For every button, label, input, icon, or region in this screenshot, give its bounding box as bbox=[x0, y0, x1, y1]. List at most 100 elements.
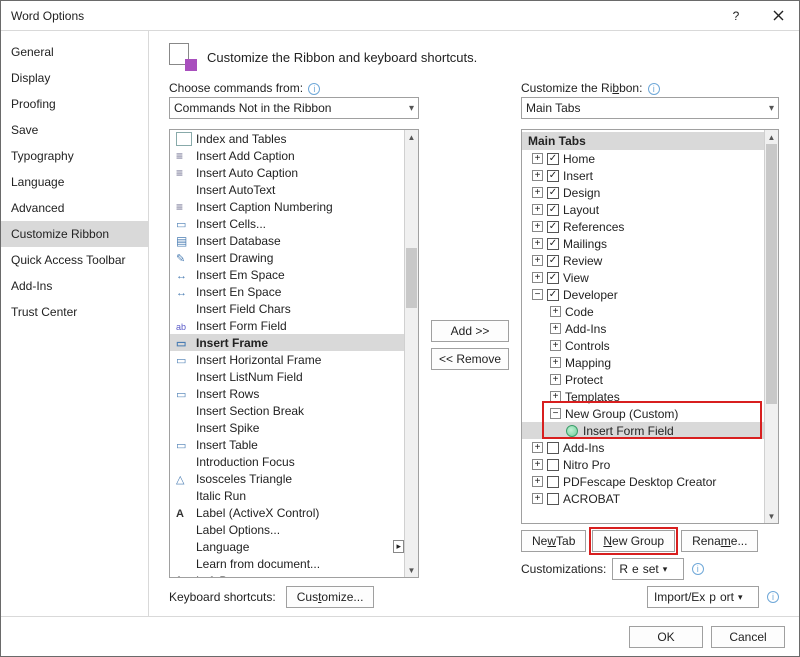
command-item[interactable]: Index and Tables bbox=[170, 130, 404, 147]
tree-node[interactable]: +Controls bbox=[522, 337, 764, 354]
expand-icon[interactable]: + bbox=[550, 391, 561, 402]
command-item[interactable]: Insert Form Field bbox=[170, 317, 404, 334]
expand-icon[interactable]: + bbox=[532, 272, 543, 283]
tree-node[interactable]: +✓Layout bbox=[522, 201, 764, 218]
command-item[interactable]: Left Brace bbox=[170, 572, 404, 577]
command-item[interactable]: Label (ActiveX Control) bbox=[170, 504, 404, 521]
tree-node[interactable]: +✓Review bbox=[522, 252, 764, 269]
command-item[interactable]: Italic Run bbox=[170, 487, 404, 504]
command-item[interactable]: Introduction Focus bbox=[170, 453, 404, 470]
command-item[interactable]: Isosceles Triangle bbox=[170, 470, 404, 487]
checkbox[interactable]: ✓ bbox=[547, 272, 559, 284]
expand-icon[interactable]: + bbox=[532, 238, 543, 249]
expand-icon[interactable]: + bbox=[550, 306, 561, 317]
command-item[interactable]: Insert Rows bbox=[170, 385, 404, 402]
command-item[interactable]: Insert Table bbox=[170, 436, 404, 453]
expand-icon[interactable]: + bbox=[532, 170, 543, 181]
expand-icon[interactable]: + bbox=[532, 153, 543, 164]
tree-node[interactable]: Insert Form Field bbox=[522, 422, 764, 439]
command-item[interactable]: Insert Database bbox=[170, 232, 404, 249]
tree-node[interactable]: +✓Mailings bbox=[522, 235, 764, 252]
scroll-down-icon[interactable]: ▼ bbox=[765, 509, 778, 523]
remove-button[interactable]: << Remove bbox=[431, 348, 509, 370]
cancel-button[interactable]: Cancel bbox=[711, 626, 785, 648]
tree-node[interactable]: +Add-Ins bbox=[522, 439, 764, 456]
expand-icon[interactable]: + bbox=[550, 340, 561, 351]
collapse-icon[interactable]: − bbox=[550, 408, 561, 419]
ribbon-tree[interactable]: Main Tabs +✓Home+✓Insert+✓Design+✓Layout… bbox=[521, 129, 779, 524]
tree-node[interactable]: −✓Developer bbox=[522, 286, 764, 303]
tree-node[interactable]: +✓Home bbox=[522, 150, 764, 167]
expand-icon[interactable]: + bbox=[550, 357, 561, 368]
checkbox[interactable]: ✓ bbox=[547, 187, 559, 199]
scroll-thumb[interactable] bbox=[766, 144, 777, 404]
tree-scrollbar[interactable]: ▲ ▼ bbox=[764, 130, 778, 523]
expand-icon[interactable]: + bbox=[532, 221, 543, 232]
tree-node[interactable]: +Templates bbox=[522, 388, 764, 405]
collapse-icon[interactable]: − bbox=[532, 289, 543, 300]
checkbox[interactable] bbox=[547, 493, 559, 505]
close-button[interactable] bbox=[757, 1, 799, 31]
checkbox[interactable] bbox=[547, 476, 559, 488]
expand-icon[interactable]: + bbox=[550, 323, 561, 334]
customize-keyboard-button[interactable]: Customize... bbox=[286, 586, 375, 608]
scroll-up-icon[interactable]: ▲ bbox=[765, 130, 778, 144]
checkbox[interactable]: ✓ bbox=[547, 255, 559, 267]
command-item[interactable]: Insert AutoText bbox=[170, 181, 404, 198]
command-item[interactable]: Insert ListNum Field bbox=[170, 368, 404, 385]
command-item[interactable]: Label Options... bbox=[170, 521, 404, 538]
rename-button[interactable]: Rename... bbox=[681, 530, 758, 552]
ok-button[interactable]: OK bbox=[629, 626, 703, 648]
tree-node[interactable]: +✓References bbox=[522, 218, 764, 235]
sidebar-item-trust-center[interactable]: Trust Center bbox=[1, 299, 148, 325]
reset-dropdown[interactable]: Reset▾ bbox=[612, 558, 683, 580]
expand-icon[interactable]: + bbox=[532, 442, 543, 453]
sidebar-item-typography[interactable]: Typography bbox=[1, 143, 148, 169]
commands-listbox[interactable]: Index and TablesInsert Add CaptionInsert… bbox=[169, 129, 419, 578]
checkbox[interactable]: ✓ bbox=[547, 153, 559, 165]
command-item[interactable]: Insert Caption Numbering bbox=[170, 198, 404, 215]
info-icon[interactable]: i bbox=[308, 83, 320, 95]
tree-node[interactable]: +PDFescape Desktop Creator bbox=[522, 473, 764, 490]
new-group-button[interactable]: New Group bbox=[592, 530, 675, 552]
new-tab-button[interactable]: New Tab bbox=[521, 530, 586, 552]
command-item[interactable]: Insert Drawing bbox=[170, 249, 404, 266]
help-button[interactable]: ? bbox=[715, 1, 757, 31]
expand-icon[interactable]: + bbox=[550, 374, 561, 385]
import-export-dropdown[interactable]: Import/Export▾ bbox=[647, 586, 759, 608]
tree-node[interactable]: +Nitro Pro bbox=[522, 456, 764, 473]
info-icon[interactable]: i bbox=[692, 563, 704, 575]
scroll-thumb[interactable] bbox=[406, 248, 417, 308]
expand-icon[interactable]: + bbox=[532, 493, 543, 504]
command-item[interactable]: Insert Section Break bbox=[170, 402, 404, 419]
tree-node[interactable]: +Mapping bbox=[522, 354, 764, 371]
command-item[interactable]: Insert Auto Caption bbox=[170, 164, 404, 181]
expand-icon[interactable]: + bbox=[532, 255, 543, 266]
sidebar-item-display[interactable]: Display bbox=[1, 65, 148, 91]
sidebar-item-quick-access-toolbar[interactable]: Quick Access Toolbar bbox=[1, 247, 148, 273]
expand-icon[interactable]: + bbox=[532, 476, 543, 487]
expand-icon[interactable]: + bbox=[532, 204, 543, 215]
tree-node[interactable]: +Protect bbox=[522, 371, 764, 388]
checkbox[interactable] bbox=[547, 442, 559, 454]
tree-node[interactable]: +Code bbox=[522, 303, 764, 320]
scroll-down-icon[interactable]: ▼ bbox=[405, 563, 418, 577]
checkbox[interactable]: ✓ bbox=[547, 289, 559, 301]
command-item[interactable]: Insert Em Space bbox=[170, 266, 404, 283]
tree-node[interactable]: +ACROBAT bbox=[522, 490, 764, 507]
command-item[interactable]: Insert Field Chars bbox=[170, 300, 404, 317]
customize-ribbon-select[interactable]: Main Tabs ▾ bbox=[521, 97, 779, 119]
checkbox[interactable]: ✓ bbox=[547, 170, 559, 182]
sidebar-item-advanced[interactable]: Advanced bbox=[1, 195, 148, 221]
add-button[interactable]: Add >> bbox=[431, 320, 509, 342]
tree-node[interactable]: +Add-Ins bbox=[522, 320, 764, 337]
sidebar-item-save[interactable]: Save bbox=[1, 117, 148, 143]
expand-icon[interactable]: + bbox=[532, 187, 543, 198]
command-item[interactable]: Insert Horizontal Frame bbox=[170, 351, 404, 368]
tree-node[interactable]: +✓Insert bbox=[522, 167, 764, 184]
command-item[interactable]: Learn from document... bbox=[170, 555, 404, 572]
sidebar-item-language[interactable]: Language bbox=[1, 169, 148, 195]
checkbox[interactable]: ✓ bbox=[547, 204, 559, 216]
command-item[interactable]: Insert Add Caption bbox=[170, 147, 404, 164]
checkbox[interactable]: ✓ bbox=[547, 221, 559, 233]
